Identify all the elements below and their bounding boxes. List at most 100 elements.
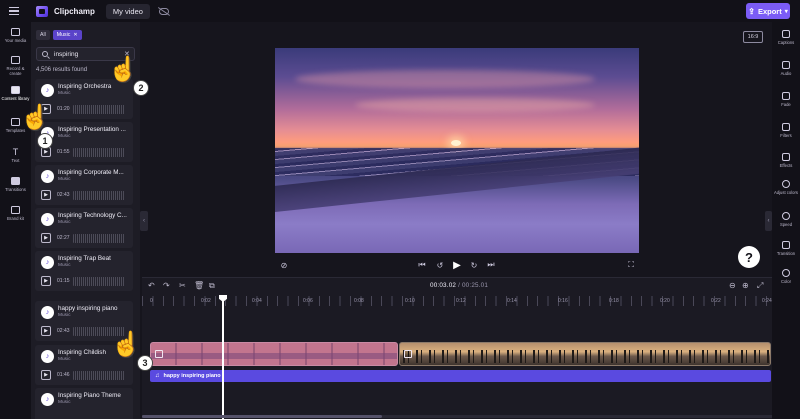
help-button[interactable]: ? [738,246,760,268]
rail-item-captions[interactable]: Captions [772,30,800,45]
list-item[interactable]: ♪ Inspiring Trap Beat Music ▶ 01:15 [35,251,133,291]
rail-item-fade[interactable]: Fade [772,92,800,107]
undo-icon[interactable]: ↶ [148,281,155,290]
track-duration: 02:43 [57,328,70,334]
video-cloud [355,98,595,112]
close-icon[interactable]: ✕ [73,32,77,38]
music-note-icon: ♫ [155,373,160,379]
skip-back-icon[interactable]: ⏮ [416,259,428,271]
rewind-5s-icon[interactable]: ↺ [434,259,446,271]
rail-label: Content library [1,96,30,101]
rail-label: Text [11,158,20,163]
waveform [73,234,125,243]
color-icon [782,269,790,277]
pointer-hand-icon: ☝ [108,56,138,83]
rail-item-adjust-colors[interactable]: Adjust colors [772,180,800,195]
search-icon [42,51,48,57]
list-item[interactable]: ♪ Inspiring Corporate M... Music ▶ 02:43 [35,165,133,205]
duplicate-icon[interactable]: ⧉ [209,281,215,291]
rail-item-filters[interactable]: Filters [772,123,800,138]
menu-icon[interactable] [9,7,19,15]
ruler-tick-label: 0:06 [303,298,313,304]
rail-item-audio[interactable]: Audio [772,61,800,76]
rail-item-transitions[interactable]: Transitions [0,177,31,192]
track-title: Inspiring Orchestra [58,83,112,90]
video-cloud [295,70,595,88]
rail-item-effects[interactable]: Effects [772,153,800,168]
rail-item-brand-kit[interactable]: Brand kit [0,206,31,221]
timeline-scrollbar[interactable] [142,415,772,418]
ruler-tick-label: 0:12 [456,298,466,304]
rail-label: Filters [780,133,792,138]
timeline: ↶ ↷ ✂ 🗑 ⧉ 00:03.02 / 00:25.01 ⊖ ⊕ ⤢ 0 0:0… [142,277,772,419]
chevron-down-icon: ▾ [784,8,788,15]
ruler-tick-label: 0:20 [660,298,670,304]
play-icon[interactable]: ▶ [41,326,51,336]
fade-icon [782,92,790,100]
rail-item-transition[interactable]: Transition [772,241,800,256]
templates-icon [11,118,20,126]
export-button[interactable]: ⇪ Export ▾ [746,3,790,19]
track-title: Inspiring Corporate M... [58,169,124,176]
rail-label: Your media [4,38,27,43]
rail-item-color[interactable]: Color [772,269,800,284]
video-clip-sunset[interactable] [150,342,398,366]
hide-preview-icon[interactable]: ⊘ [278,259,290,271]
audio-clip[interactable]: ♫ happy inspiring piano [150,370,771,382]
rail-item-speed[interactable]: Speed [772,212,800,227]
rail-item-text[interactable]: T Text [0,148,31,164]
skip-forward-icon[interactable]: ⏭ [485,259,497,271]
track-title: happy inspiring piano [58,305,118,312]
step-badge: 2 [133,80,149,96]
filter-chip-all[interactable]: All [36,30,50,40]
forward-5s-icon[interactable]: ↻ [468,259,480,271]
current-time: 00:03.02 [430,282,457,289]
fit-timeline-icon[interactable]: ⤢ [757,281,763,291]
aspect-ratio-button[interactable]: 16:9 [743,31,763,43]
filter-chip-music-label: Music [56,32,71,38]
collapse-properties-handle[interactable]: ‹ [765,211,772,231]
project-name-field[interactable]: My video [105,3,150,19]
collapse-panel-handle[interactable]: ‹ [140,211,148,231]
pointer-hand-icon: ☝ [20,104,50,131]
fullscreen-icon[interactable]: ⛶ [625,259,637,271]
delete-icon[interactable]: 🗑 [194,281,204,290]
rail-label: Transitions [5,187,26,192]
playhead[interactable] [222,295,224,419]
media-icon [11,28,20,36]
zoom-in-icon[interactable]: ⊕ [742,281,749,290]
adjust-colors-icon [782,180,790,188]
redo-icon[interactable]: ↷ [163,281,170,290]
list-item[interactable]: ♪ Inspiring Technology C... Music ▶ 02:2… [35,208,133,248]
cloud-sync-off-icon [158,7,169,15]
rail-item-record-create[interactable]: Record & create [0,56,31,76]
rail-item-your-media[interactable]: Your media [0,28,31,43]
waveform [73,277,125,286]
ruler-tick-label: 0:24 [762,298,772,304]
track-type: Music [58,177,71,182]
ruler-tick-label: 0:04 [252,298,262,304]
rail-label: Captions [777,40,795,45]
list-item[interactable]: ♪ Inspiring Piano Theme Music [35,388,133,419]
clip-video-icon [404,350,412,358]
filter-chip-music[interactable]: Music ✕ [52,30,82,40]
play-icon[interactable]: ▶ [41,276,51,286]
music-cover-icon: ♪ [41,306,54,319]
split-icon[interactable]: ✂ [179,281,186,290]
play-icon[interactable]: ▶ [41,233,51,243]
music-cover-icon: ♪ [41,350,54,363]
audio-icon [782,61,790,69]
video-clip-people[interactable] [399,342,771,366]
play-icon[interactable]: ▶ [451,259,463,271]
brand-name: Clipchamp [54,6,95,16]
rail-item-content-library[interactable]: Content library [0,86,31,101]
music-cover-icon: ♪ [41,213,54,226]
clip-silhouettes [400,350,770,363]
right-rail: Captions Audio Fade Filters Effects Adju… [772,22,800,419]
waveform [73,148,125,157]
play-icon[interactable]: ▶ [41,190,51,200]
video-preview[interactable] [275,48,639,253]
track-title: Inspiring Technology C... [58,212,127,219]
play-icon[interactable]: ▶ [41,370,51,380]
zoom-out-icon[interactable]: ⊖ [729,281,736,290]
